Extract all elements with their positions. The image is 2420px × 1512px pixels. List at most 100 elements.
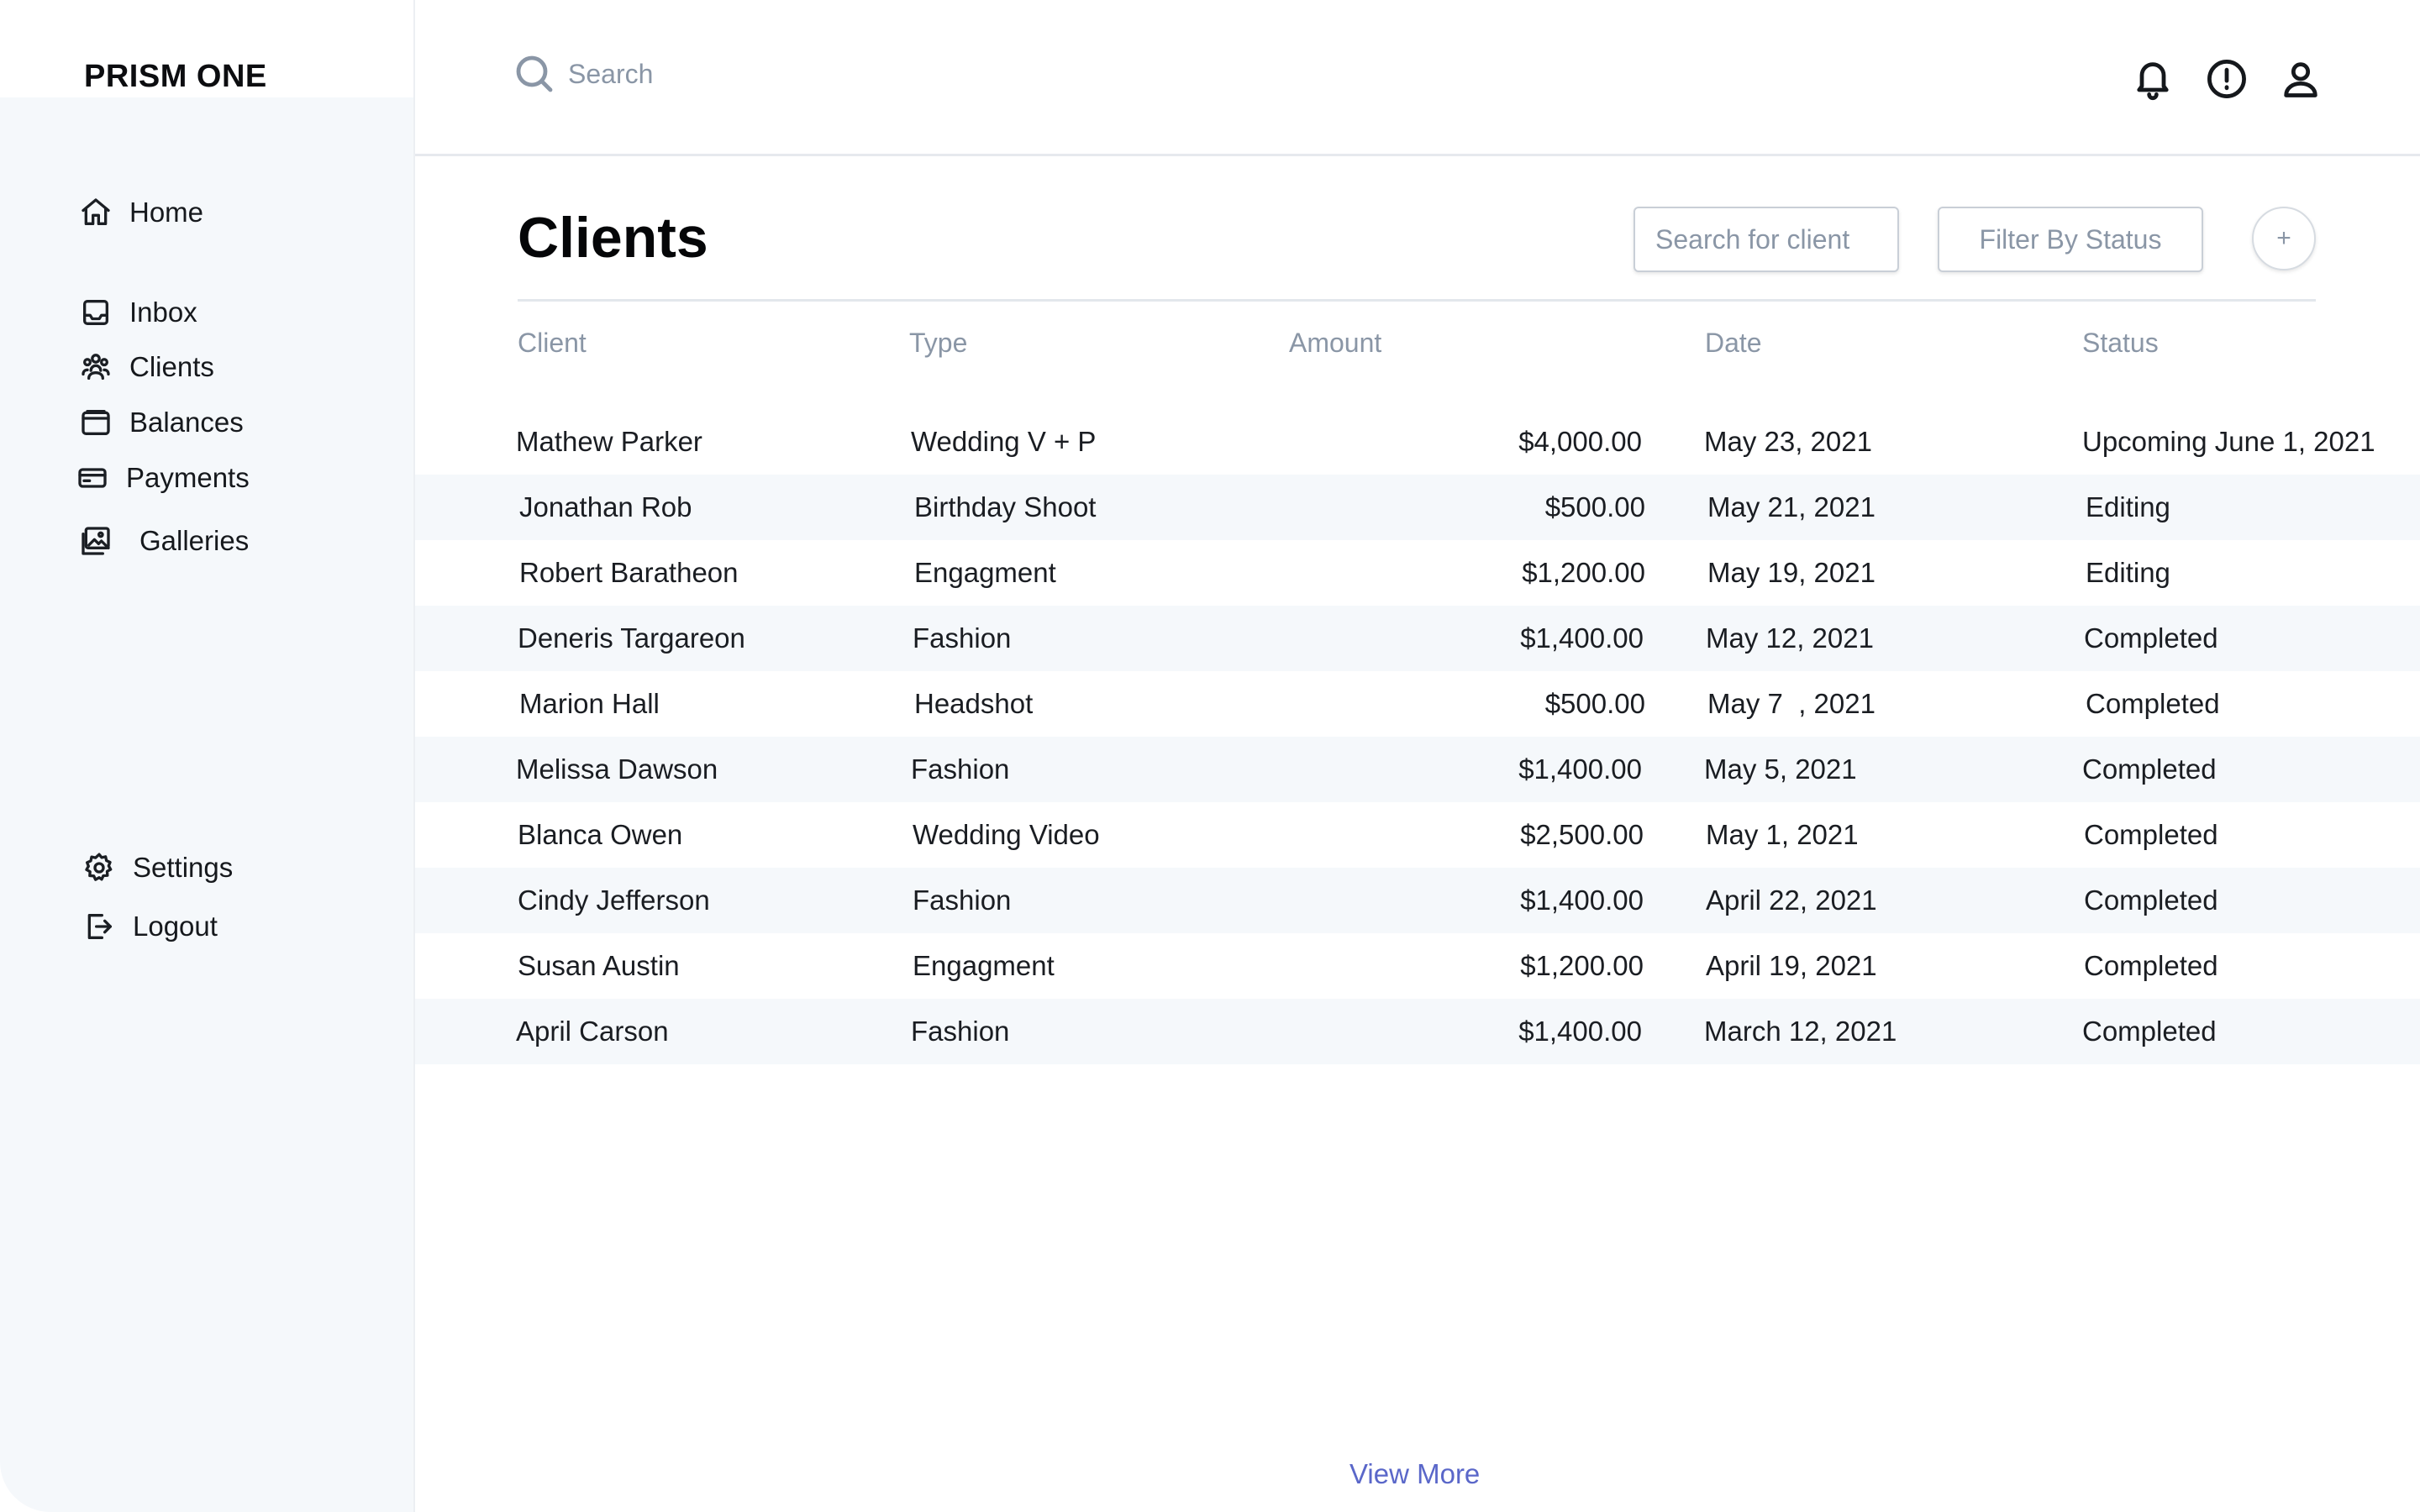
page-title: Clients (518, 206, 708, 270)
cell-date: April 19, 2021 (1706, 950, 1877, 981)
cell-status: Editing (2086, 491, 2170, 522)
search-icon[interactable] (514, 54, 555, 94)
cell-status: Completed (2084, 819, 2218, 850)
home-icon (77, 194, 114, 231)
cell-client: Deneris Targareon (518, 622, 745, 654)
cell-amount: $1,200.00 (1522, 557, 1645, 588)
table-row[interactable]: Jonathan Rob Birthday Shoot $500.00 May … (415, 475, 2420, 540)
column-header-status: Status (2082, 328, 2159, 358)
cell-status: Completed (2082, 1016, 2217, 1047)
cell-client: April Carson (516, 1016, 669, 1047)
cell-client: Susan Austin (518, 950, 680, 981)
column-header-amount: Amount (1289, 328, 1382, 358)
global-search-input[interactable] (568, 50, 1156, 97)
header-divider (518, 299, 2316, 302)
cell-type: Engagment (914, 557, 1056, 588)
cell-client: Marion Hall (519, 688, 660, 719)
cell-amount: $1,200.00 (1520, 950, 1644, 981)
cell-amount: $1,400.00 (1518, 1016, 1642, 1047)
cell-status: Upcoming June 1, 2021 (2082, 426, 2375, 457)
table-row[interactable]: Marion Hall Headshot $500.00 May 7 , 202… (415, 671, 2420, 737)
cell-status: Editing (2086, 557, 2170, 588)
cell-amount: $1,400.00 (1518, 753, 1642, 785)
sidebar-item-label: Settings (133, 852, 234, 883)
cell-type: Fashion (911, 753, 1010, 785)
view-more-link[interactable]: View More (1349, 1458, 1480, 1490)
cell-amount: $1,400.00 (1520, 885, 1644, 916)
sidebar-item-home[interactable]: Home (77, 191, 203, 234)
user-icon[interactable] (2279, 57, 2323, 101)
brand-logo[interactable]: PRISM ONE (84, 59, 267, 95)
cell-status: Completed (2082, 753, 2217, 785)
clients-icon (77, 349, 114, 386)
sidebar-item-label: Galleries (139, 525, 250, 556)
add-client-button[interactable]: + (2252, 207, 2316, 270)
cell-date: May 7 , 2021 (1707, 688, 1876, 719)
table-row[interactable]: Mathew Parker Wedding V + P $4,000.00 Ma… (415, 409, 2420, 475)
cell-status: Completed (2084, 885, 2218, 916)
sidebar-panel (0, 97, 413, 1512)
cell-type: Engagment (913, 950, 1055, 981)
cell-type: Fashion (911, 1016, 1010, 1047)
cell-date: May 23, 2021 (1704, 426, 1872, 457)
sidebar-item-label: Logout (133, 911, 218, 942)
cell-amount: $4,000.00 (1518, 426, 1642, 457)
sidebar-item-inbox[interactable]: Inbox (77, 291, 197, 334)
table-row[interactable]: Melissa Dawson Fashion $1,400.00 May 5, … (415, 737, 2420, 802)
cell-date: May 12, 2021 (1706, 622, 1874, 654)
cell-date: May 5, 2021 (1704, 753, 1857, 785)
logout-icon (81, 908, 118, 945)
client-search-input[interactable] (1634, 207, 1899, 272)
table-row[interactable]: Deneris Targareon Fashion $1,400.00 May … (415, 606, 2420, 671)
cell-date: March 12, 2021 (1704, 1016, 1897, 1047)
sidebar: PRISM ONE Home Inbox Clients Balances Pa… (0, 0, 415, 1512)
sidebar-item-label: Payments (126, 462, 250, 493)
cell-date: May 19, 2021 (1707, 557, 1876, 588)
column-header-client: Client (518, 328, 587, 358)
gear-icon (81, 849, 118, 886)
cell-type: Fashion (913, 622, 1012, 654)
sidebar-item-clients[interactable]: Clients (77, 345, 214, 389)
table-row[interactable]: Cindy Jefferson Fashion $1,400.00 April … (415, 868, 2420, 933)
cell-status: Completed (2084, 950, 2218, 981)
wallet-icon (77, 404, 114, 441)
sidebar-item-label: Balances (129, 407, 244, 438)
top-bar (415, 0, 2420, 156)
sidebar-item-label: Inbox (129, 297, 197, 328)
cell-client: Melissa Dawson (516, 753, 718, 785)
sidebar-item-settings[interactable]: Settings (81, 846, 233, 890)
cell-client: Jonathan Rob (519, 491, 692, 522)
cell-date: May 1, 2021 (1706, 819, 1859, 850)
sidebar-item-payments[interactable]: Payments (74, 456, 250, 500)
credit-card-icon (74, 459, 111, 496)
cell-client: Cindy Jefferson (518, 885, 710, 916)
sidebar-item-label: Clients (129, 351, 214, 382)
sidebar-item-balances[interactable]: Balances (77, 401, 244, 444)
bell-icon[interactable] (2131, 57, 2175, 101)
column-header-type: Type (909, 328, 968, 358)
cell-amount: $2,500.00 (1520, 819, 1644, 850)
column-header-date: Date (1705, 328, 1762, 358)
filter-by-status-button[interactable]: Filter By Status (1938, 207, 2203, 272)
table-row[interactable]: Blanca Owen Wedding Video $2,500.00 May … (415, 802, 2420, 868)
cell-status: Completed (2084, 622, 2218, 654)
cell-date: May 21, 2021 (1707, 491, 1876, 522)
cell-type: Fashion (913, 885, 1012, 916)
gallery-icon (77, 522, 114, 559)
sidebar-item-galleries[interactable]: Galleries (77, 519, 249, 563)
inbox-icon (77, 294, 114, 331)
table-row[interactable]: Robert Baratheon Engagment $1,200.00 May… (415, 540, 2420, 606)
cell-amount: $500.00 (1544, 491, 1645, 522)
cell-date: April 22, 2021 (1706, 885, 1877, 916)
table-row[interactable]: Susan Austin Engagment $1,200.00 April 1… (415, 933, 2420, 999)
cell-client: Blanca Owen (518, 819, 683, 850)
sidebar-item-logout[interactable]: Logout (81, 905, 218, 948)
table-row[interactable]: April Carson Fashion $1,400.00 March 12,… (415, 999, 2420, 1064)
cell-type: Wedding Video (913, 819, 1100, 850)
cell-type: Wedding V + P (911, 426, 1097, 457)
cell-type: Headshot (914, 688, 1034, 719)
alert-icon[interactable] (2205, 57, 2249, 101)
sidebar-item-label: Home (129, 197, 204, 228)
cell-client: Robert Baratheon (519, 557, 739, 588)
cell-amount: $1,400.00 (1520, 622, 1644, 654)
